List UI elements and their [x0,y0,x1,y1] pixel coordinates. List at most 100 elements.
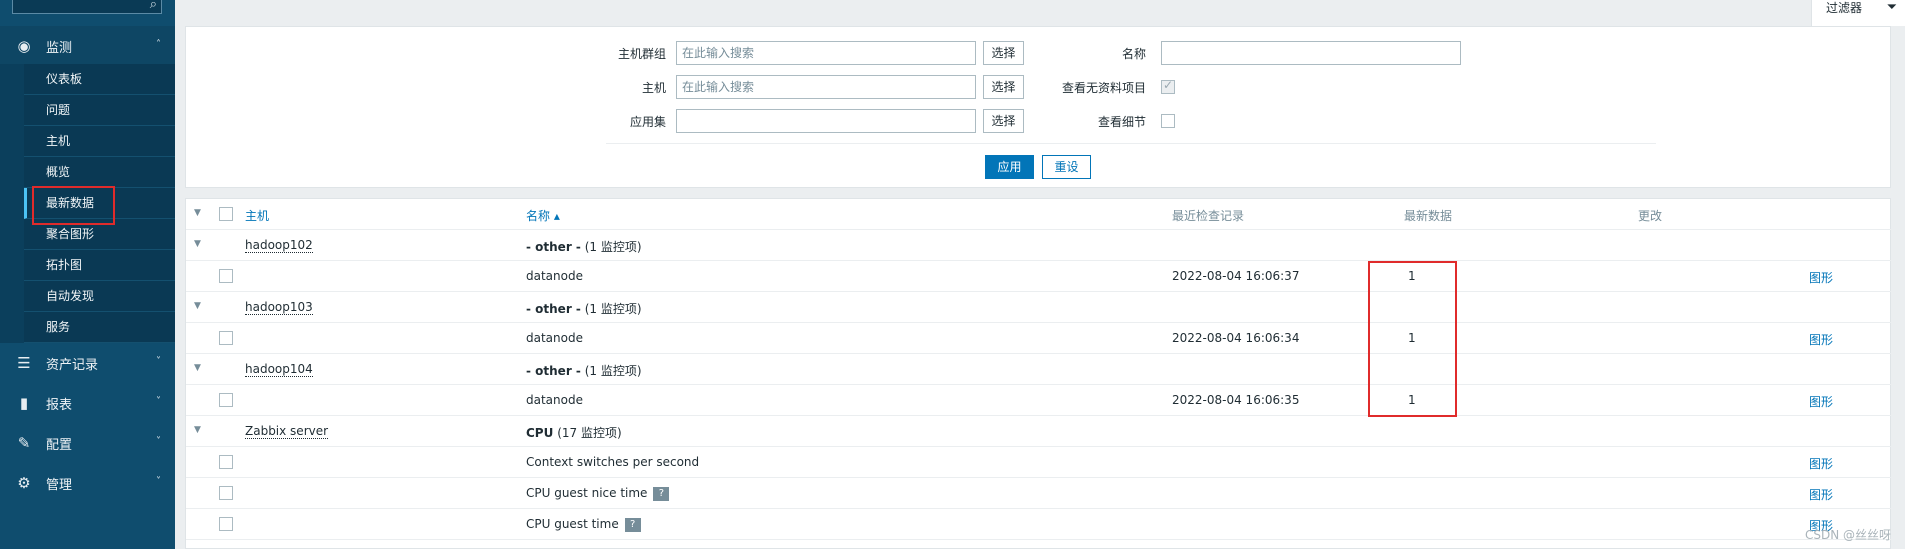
row-checkbox[interactable] [219,393,233,407]
hosts-select-button[interactable]: 选择 [983,75,1024,99]
host-groups-input[interactable]: 在此输入搜索 [676,41,976,65]
hosts-input[interactable]: 在此输入搜索 [676,75,976,99]
collapse-icon[interactable]: ▼ [194,363,201,373]
last-check: 2022-08-04 16:06:34 [1172,331,1300,345]
graph-link[interactable]: 图形 [1809,486,1833,503]
sidebar: ⌕ ◉ 监测 ˄ 仪表板 问题 主机 概览 最新数据 聚合图形 拓扑图 自动发现… [0,0,175,549]
menu-administration-label: 管理 [46,477,73,493]
item-name: CPU guest time [526,517,619,531]
row-checkbox[interactable] [219,269,233,283]
table-row: CPU guest time? 图形 [186,509,1892,540]
application-name: CPU [526,426,554,440]
row-checkbox[interactable] [219,331,233,345]
help-icon[interactable]: ? [653,486,670,501]
submenu-services[interactable]: 服务 [24,312,175,343]
collapse-icon[interactable]: ▼ [194,239,201,249]
bar-chart-icon: ▮ [19,394,29,412]
watermark: CSDN @丝丝呀 [1804,528,1891,542]
name-input[interactable] [1161,41,1461,65]
host-link[interactable]: hadoop104 [245,362,313,377]
collapse-icon[interactable]: ▼ [194,301,201,311]
apply-button[interactable]: 应用 [985,155,1034,179]
submenu-hosts[interactable]: 主机 [24,126,175,157]
submenu-discovery[interactable]: 自动发现 [24,281,175,312]
menu-administration[interactable]: ⚙ 管理 ˅ [0,463,175,503]
help-icon[interactable]: ? [624,517,641,532]
sidebar-search-input[interactable]: ⌕ [12,0,162,14]
item-count: (1 监控项) [584,302,642,316]
submenu-dashboard[interactable]: 仪表板 [24,64,175,95]
menu-reports[interactable]: ▮ 报表 ˅ [0,383,175,423]
chevron-up-icon: ˄ [156,39,161,50]
table-row: datanode 2022-08-04 16:06:35 1 图形 [186,385,1892,416]
item-name: CPU guest nice time [526,486,648,500]
latest-data-table: ▼ 主机 名称 ▴ 最近检查记录 最新数据 更改 ▼ hadoop102 - o… [185,198,1892,549]
show-without-data-checkbox[interactable] [1161,78,1175,94]
eye-icon: ◉ [17,37,31,55]
menu-reports-label: 报表 [46,397,73,413]
chevron-down-icon: ˅ [156,476,161,487]
host-link[interactable]: hadoop102 [245,238,313,253]
annotation-box-latest-data [32,186,115,225]
table-row: Context switches per second 图形 [186,447,1892,478]
menu-configuration-label: 配置 [46,437,73,453]
search-icon[interactable]: ⌕ [150,0,157,12]
menu-monitoring-label: 监测 [46,40,73,56]
graph-link[interactable]: 图形 [1809,455,1833,472]
column-name[interactable]: 名称 ▴ [526,207,560,224]
column-last-check: 最近检查记录 [1172,209,1245,223]
table-header: ▼ 主机 名称 ▴ 最近检查记录 最新数据 更改 [186,199,1892,230]
item-count: (1 监控项) [584,364,642,378]
collapse-icon[interactable]: ▼ [194,425,201,435]
table-row: CPU guest nice time? 图形 [186,478,1892,509]
graph-link[interactable]: 图形 [1809,331,1833,348]
item-name: datanode [526,393,583,407]
show-without-data-label: 查看无资料项目 [1061,81,1146,95]
item-count: (17 监控项) [557,426,622,440]
column-last-value: 最新数据 [1404,209,1453,223]
top-bar: 过滤器 ⏷ [175,0,1905,26]
application-name: - other - [526,240,581,254]
host-link[interactable]: Zabbix server [245,424,329,439]
host-link[interactable]: hadoop103 [245,300,313,315]
row-checkbox[interactable] [219,486,233,500]
menu-monitoring[interactable]: ◉ 监测 ˄ [0,26,175,66]
wrench-icon: ✎ [17,434,31,452]
last-check: 2022-08-04 16:06:37 [1172,269,1300,283]
hosts-label: 主机 [641,81,666,95]
show-details-checkbox[interactable] [1161,114,1175,128]
graph-link[interactable]: 图形 [1809,269,1833,286]
graph-link[interactable]: 图形 [1809,393,1833,410]
submenu-maps[interactable]: 拓扑图 [24,250,175,281]
submenu-problems[interactable]: 问题 [24,95,175,126]
host-groups-select-button[interactable]: 选择 [983,41,1024,65]
select-all-checkbox[interactable] [219,207,233,221]
item-name: datanode [526,331,583,345]
gear-icon: ⚙ [17,474,31,492]
table-row-group: ▼ Zabbix server CPU (17 监控项) [186,416,1892,447]
row-checkbox[interactable] [219,455,233,469]
application-name: - other - [526,302,581,316]
item-count: (1 监控项) [584,240,642,254]
show-details-label: 查看细节 [1097,115,1146,129]
menu-inventory[interactable]: ☰ 资产记录 ˅ [0,343,175,383]
table-row-group: ▼ hadoop104 - other - (1 监控项) [186,354,1892,385]
application-name: - other - [526,364,581,378]
row-checkbox[interactable] [219,517,233,531]
application-input[interactable] [676,109,976,133]
menu-configuration[interactable]: ✎ 配置 ˅ [0,423,175,463]
column-host[interactable]: 主机 [245,207,269,224]
name-label: 名称 [1121,47,1146,61]
collapse-all-icon[interactable]: ▼ [194,208,201,218]
menu-inventory-label: 资产记录 [46,357,99,373]
annotation-box-latest-values [1368,261,1457,417]
filter-icon: ⏷ [1886,0,1897,15]
table-row-group: ▼ hadoop102 - other - (1 监控项) [186,230,1892,261]
application-select-button[interactable]: 选择 [983,109,1024,133]
filter-tab-label: 过滤器 [1826,1,1863,15]
submenu-overview[interactable]: 概览 [24,157,175,188]
reset-button[interactable]: 重设 [1042,155,1091,179]
host-groups-label: 主机群组 [617,47,666,61]
column-change: 更改 [1638,209,1663,223]
filter-tab[interactable]: 过滤器 ⏷ [1811,0,1905,26]
